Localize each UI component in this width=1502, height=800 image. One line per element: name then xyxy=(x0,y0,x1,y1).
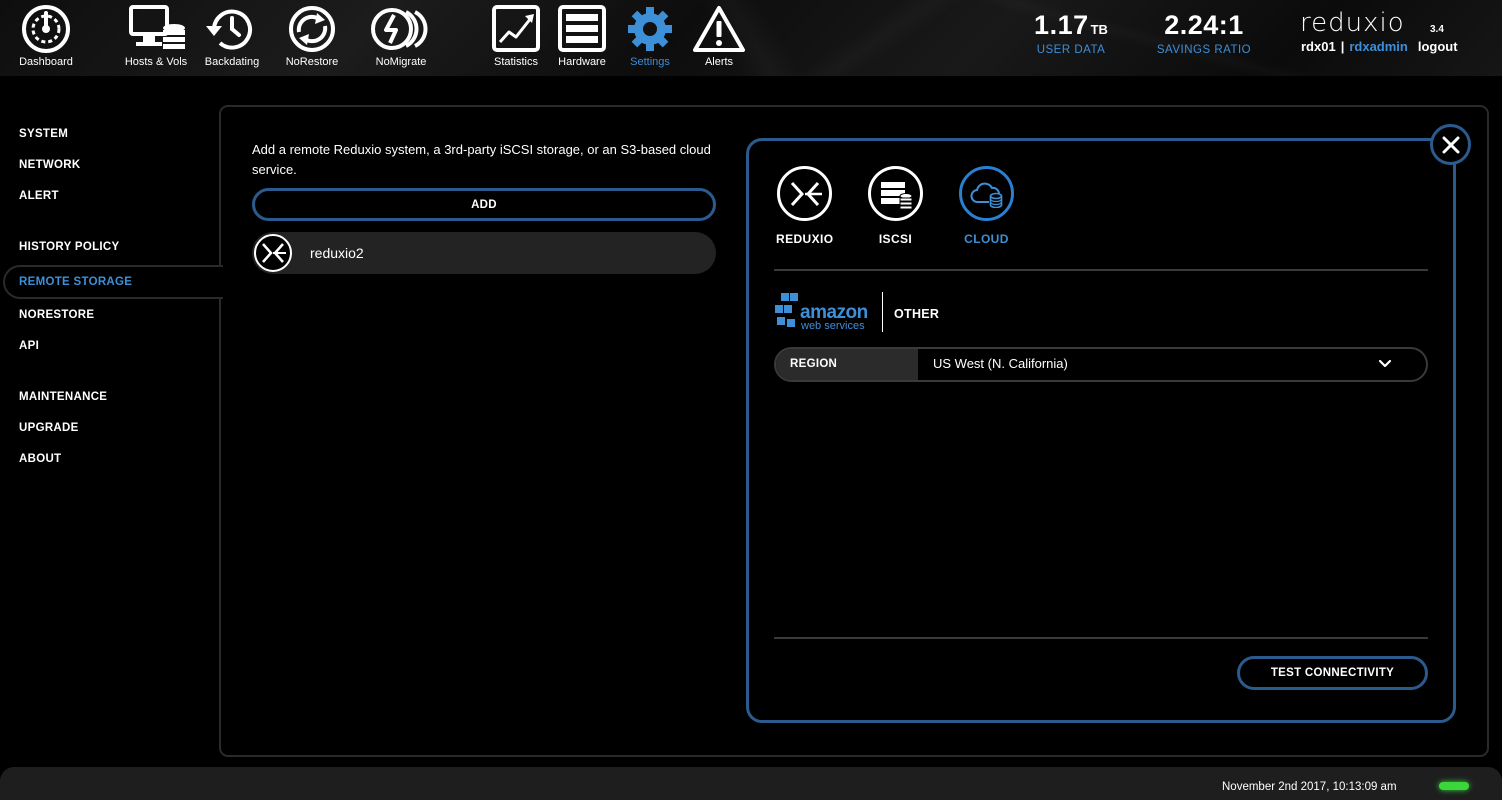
brand-logo: reduxio xyxy=(1300,8,1405,38)
nav-label-statistics: Statistics xyxy=(493,56,538,68)
nav-nomigrate[interactable]: NoMigrate xyxy=(368,4,434,68)
nav-label-alerts: Alerts xyxy=(704,56,734,68)
user-data-stat: 1.17 TB USER DATA xyxy=(1033,10,1109,56)
test-connectivity-button[interactable]: TEST CONNECTIVITY xyxy=(1237,656,1428,690)
sidebar-item-system[interactable]: SYSTEM xyxy=(19,128,68,140)
nav-dashboard[interactable]: Dashboard xyxy=(17,4,75,68)
hardware-server-icon xyxy=(558,5,606,52)
aws-provider-option[interactable] xyxy=(774,292,802,337)
nav-label-nomigrate: NoMigrate xyxy=(375,56,427,68)
sidebar-item-norestore[interactable]: NORESTORE xyxy=(19,309,94,321)
user-data-unit: TB xyxy=(1090,22,1108,37)
footer-timestamp: November 2nd 2017, 10:13:09 am xyxy=(1222,781,1397,793)
alert-warning-icon xyxy=(693,6,745,52)
system-name: rdx01 xyxy=(1301,39,1336,54)
type-label-cloud: CLOUD xyxy=(964,232,1009,246)
provider-divider xyxy=(882,292,883,332)
cloud-storage-icon xyxy=(959,166,1014,221)
nav-backdating[interactable]: Backdating xyxy=(202,4,262,68)
type-label-reduxio: REDUXIO xyxy=(776,232,834,246)
reduxio-logo-icon xyxy=(254,234,292,272)
region-select[interactable]: REGION US West (N. California) xyxy=(774,347,1428,382)
nav-label-settings: Settings xyxy=(630,56,670,68)
region-value: US West (N. California) xyxy=(933,356,1068,371)
hosts-volumes-icon xyxy=(129,5,185,49)
user-data-value: 1.17 xyxy=(1034,10,1089,40)
aws-cubes-icon xyxy=(775,293,798,327)
remote-storage-name: reduxio2 xyxy=(310,245,364,261)
nomigrate-icon xyxy=(371,8,428,50)
nav-settings[interactable]: Settings xyxy=(624,4,676,68)
type-option-cloud[interactable]: CLOUD xyxy=(959,166,1014,246)
sidebar-item-remote-storage[interactable]: REMOTE STORAGE xyxy=(19,276,132,288)
nav-hosts-vols[interactable]: Hosts & Vols xyxy=(123,4,189,68)
dialog-divider-bottom xyxy=(774,637,1428,639)
type-option-iscsi[interactable]: ISCSI xyxy=(868,166,923,246)
username-link[interactable]: rdxadmin xyxy=(1349,39,1408,54)
remote-storage-intro: Add a remote Reduxio system, a 3rd-party… xyxy=(252,142,711,177)
iscsi-storage-icon xyxy=(868,166,923,221)
user-data-label: USER DATA xyxy=(1036,44,1106,56)
other-provider-option[interactable]: OTHER xyxy=(894,307,939,321)
nav-label-norestore: NoRestore xyxy=(285,56,339,68)
add-remote-button[interactable]: ADD xyxy=(252,188,716,221)
close-dialog-button[interactable] xyxy=(1430,124,1471,165)
nav-norestore[interactable]: NoRestore xyxy=(279,4,345,68)
dashboard-gauge-icon xyxy=(22,5,70,53)
savings-ratio-value: 2.24:1 xyxy=(1164,10,1244,40)
add-remote-dialog xyxy=(746,138,1456,723)
nav-label-hardware: Hardware xyxy=(558,56,606,68)
nav-hardware[interactable]: Hardware xyxy=(555,4,609,68)
savings-ratio-label: SAVINGS RATIO xyxy=(1156,44,1252,56)
remote-storage-entry[interactable]: reduxio2 xyxy=(252,232,716,274)
logout-link[interactable]: logout xyxy=(1418,39,1458,54)
sidebar-item-network[interactable]: NETWORK xyxy=(19,159,81,171)
nav-label-dashboard: Dashboard xyxy=(19,56,73,68)
sidebar-item-history-policy[interactable]: HISTORY POLICY xyxy=(19,241,119,253)
nav-statistics[interactable]: Statistics xyxy=(489,4,543,68)
nav-label-hosts-vols: Hosts & Vols xyxy=(124,56,188,68)
dialog-divider-top xyxy=(774,269,1428,271)
statistics-chart-icon xyxy=(492,5,540,52)
nav-label-backdating: Backdating xyxy=(204,56,260,68)
chevron-down-icon xyxy=(1378,359,1392,368)
norestore-icon xyxy=(289,6,335,52)
region-label: REGION xyxy=(776,349,918,380)
sidebar-item-alert[interactable]: ALERT xyxy=(19,190,59,202)
sidebar-item-api[interactable]: API xyxy=(19,340,39,352)
version-label: 3.4 xyxy=(1430,24,1444,35)
sidebar-item-maintenance[interactable]: MAINTENANCE xyxy=(19,391,107,403)
backdating-clock-icon xyxy=(206,9,252,50)
user-separator: | xyxy=(1340,39,1345,54)
savings-ratio-stat: 2.24:1 SAVINGS RATIO xyxy=(1153,10,1255,56)
close-icon xyxy=(1442,136,1459,153)
settings-gear-icon xyxy=(628,7,672,51)
user-info: rdx01 | rdxadmin logout xyxy=(1301,39,1458,54)
reduxio-type-icon xyxy=(777,166,833,221)
sidebar-item-about[interactable]: ABOUT xyxy=(19,453,61,465)
sidebar-item-upgrade[interactable]: UPGRADE xyxy=(19,422,79,434)
type-label-iscsi: ISCSI xyxy=(878,232,913,246)
type-option-reduxio[interactable]: REDUXIO xyxy=(776,166,833,246)
nav-alerts[interactable]: Alerts xyxy=(692,4,746,68)
status-indicator-icon xyxy=(1439,782,1469,790)
aws-logo-subtext: web services xyxy=(801,320,865,332)
